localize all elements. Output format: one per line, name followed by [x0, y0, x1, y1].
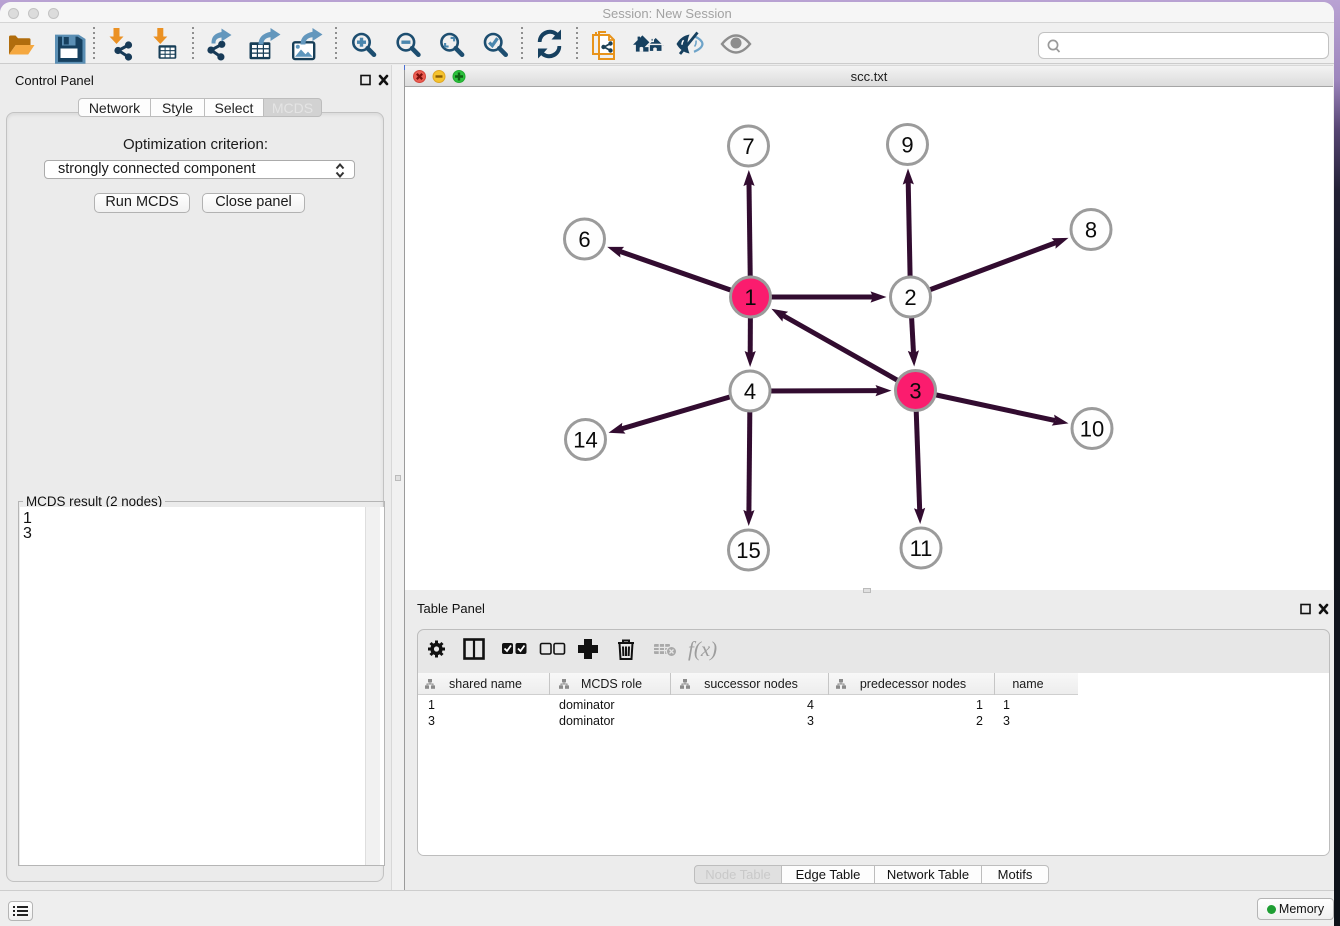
svg-text:2: 2	[904, 285, 916, 310]
svg-text:6: 6	[578, 227, 590, 252]
svg-text:4: 4	[744, 379, 756, 404]
svg-text:8: 8	[1085, 218, 1097, 243]
svg-text:10: 10	[1080, 417, 1104, 442]
svg-text:7: 7	[742, 134, 754, 159]
svg-text:1: 1	[744, 285, 756, 310]
svg-text:14: 14	[573, 428, 597, 453]
svg-text:f(x): f(x)	[688, 637, 717, 661]
svg-text:3: 3	[909, 379, 921, 404]
svg-text:11: 11	[910, 536, 933, 561]
svg-text:15: 15	[736, 538, 760, 563]
svg-text:9: 9	[901, 133, 913, 158]
